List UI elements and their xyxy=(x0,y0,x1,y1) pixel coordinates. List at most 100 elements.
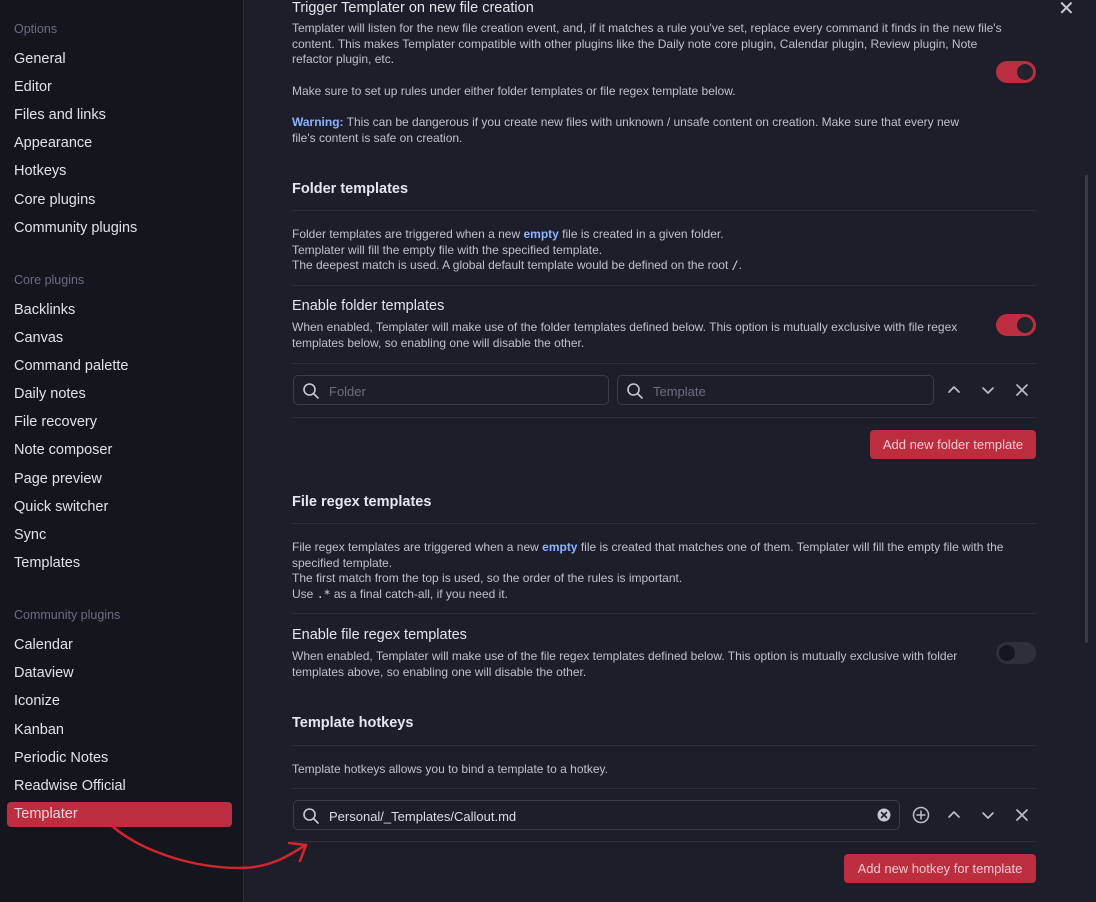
catchall-code: .* xyxy=(316,586,331,601)
scrollbar[interactable] xyxy=(1085,175,1088,643)
sidebar-item-editor[interactable]: Editor xyxy=(7,75,232,100)
sidebar-item-community-plugins[interactable]: Community plugins xyxy=(7,216,232,241)
sidebar-item-periodic-notes[interactable]: Periodic Notes xyxy=(7,746,232,771)
divider xyxy=(292,613,1036,614)
move-down-button[interactable] xyxy=(977,379,999,401)
trigger-setting-name: Trigger Templater on new file creation xyxy=(292,0,534,16)
folder-search-field[interactable] xyxy=(293,375,609,405)
chevron-down-icon xyxy=(982,387,994,394)
community-plugins-heading: Community plugins xyxy=(14,608,121,622)
template-input[interactable] xyxy=(653,381,908,401)
desc-emphasis: empty xyxy=(542,540,578,554)
sidebar-item-kanban[interactable]: Kanban xyxy=(7,718,232,743)
sidebar-item-file-recovery[interactable]: File recovery xyxy=(7,410,232,435)
close-icon[interactable]: ✕ xyxy=(1058,0,1075,19)
enable-regex-templates-description: When enabled, Templater will make use of… xyxy=(292,649,958,679)
settings-sidebar: Options General Editor Files and links A… xyxy=(0,0,244,902)
add-hotkey-button[interactable] xyxy=(910,804,932,826)
trigger-description-rules: Make sure to set up rules under either f… xyxy=(292,84,736,98)
desc-text: file is created in a given folder. xyxy=(558,227,724,241)
folder-input[interactable] xyxy=(329,381,583,401)
chevron-down-icon xyxy=(982,812,994,819)
settings-content: ✕ Trigger Templater on new file creation… xyxy=(245,0,1096,902)
sidebar-item-calendar[interactable]: Calendar xyxy=(7,633,232,658)
divider xyxy=(292,788,1036,789)
divider xyxy=(292,417,1036,418)
clear-input-button[interactable] xyxy=(874,805,894,825)
desc-text: The first match from the top is used, so… xyxy=(292,571,683,585)
divider xyxy=(292,745,1036,746)
folder-templates-toggle[interactable] xyxy=(996,314,1036,336)
sidebar-item-page-preview[interactable]: Page preview xyxy=(7,467,232,492)
sidebar-item-canvas[interactable]: Canvas xyxy=(7,326,232,351)
close-icon xyxy=(1016,384,1028,396)
desc-text: Use xyxy=(292,586,317,601)
hotkey-template-search-field[interactable] xyxy=(293,800,900,830)
add-hotkey-template-button[interactable]: Add new hotkey for template xyxy=(844,854,1036,883)
search-icon xyxy=(303,383,319,399)
close-icon xyxy=(1016,809,1028,821)
plus-circle-icon xyxy=(912,806,930,824)
regex-templates-description: File regex templates are triggered when … xyxy=(292,540,1032,602)
clear-circle-icon xyxy=(877,808,891,822)
template-hotkeys-description: Template hotkeys allows you to bind a te… xyxy=(292,762,608,776)
sidebar-item-core-plugins[interactable]: Core plugins xyxy=(7,188,232,213)
sidebar-item-templates[interactable]: Templates xyxy=(7,551,232,576)
sidebar-item-command-palette[interactable]: Command palette xyxy=(7,354,232,379)
sidebar-item-dataview[interactable]: Dataview xyxy=(7,661,232,686)
search-icon xyxy=(303,808,319,824)
options-heading: Options xyxy=(14,22,58,36)
template-search-field[interactable] xyxy=(617,375,934,405)
sidebar-item-appearance[interactable]: Appearance xyxy=(7,131,232,156)
divider xyxy=(292,523,1036,524)
desc-text: . xyxy=(738,258,742,272)
sidebar-item-note-composer[interactable]: Note composer xyxy=(7,438,232,463)
enable-folder-templates-name: Enable folder templates xyxy=(292,298,445,314)
move-down-button[interactable] xyxy=(977,804,999,826)
sidebar-item-quick-switcher[interactable]: Quick switcher xyxy=(7,495,232,520)
delete-hotkey-template-button[interactable] xyxy=(1011,804,1033,826)
folder-templates-description: Folder templates are triggered when a ne… xyxy=(292,227,1012,274)
enable-regex-templates-name: Enable file regex templates xyxy=(292,627,467,643)
sidebar-item-backlinks[interactable]: Backlinks xyxy=(7,298,232,323)
sidebar-item-sync[interactable]: Sync xyxy=(7,523,232,548)
regex-templates-toggle[interactable] xyxy=(996,642,1036,664)
toggle-knob xyxy=(1017,64,1033,80)
desc-text: The deepest match is used. A global defa… xyxy=(292,258,732,272)
delete-folder-template-button[interactable] xyxy=(1011,379,1033,401)
warning-label: Warning: xyxy=(292,115,344,129)
regex-templates-heading: File regex templates xyxy=(292,494,432,510)
sidebar-item-hotkeys[interactable]: Hotkeys xyxy=(7,159,232,184)
desc-text: as a final catch-all, if you need it. xyxy=(330,586,508,601)
warning-text: This can be dangerous if you create new … xyxy=(292,115,960,145)
toggle-knob xyxy=(999,645,1015,661)
sidebar-item-templater[interactable]: Templater xyxy=(7,802,232,827)
root-code: / xyxy=(731,258,739,272)
trigger-description: Templater will listen for the new file c… xyxy=(292,21,1002,66)
desc-emphasis: empty xyxy=(523,227,559,241)
desc-text: Folder templates are triggered when a ne… xyxy=(292,227,524,241)
add-folder-template-button[interactable]: Add new folder template xyxy=(870,430,1036,459)
sidebar-item-general[interactable]: General xyxy=(7,47,232,72)
sidebar-item-iconize[interactable]: Iconize xyxy=(7,689,232,714)
core-plugins-heading: Core plugins xyxy=(14,273,85,287)
move-up-button[interactable] xyxy=(943,804,965,826)
divider xyxy=(292,210,1036,211)
move-up-button[interactable] xyxy=(943,379,965,401)
search-icon xyxy=(627,383,643,399)
sidebar-item-files-and-links[interactable]: Files and links xyxy=(7,103,232,128)
sidebar-item-daily-notes[interactable]: Daily notes xyxy=(7,382,232,407)
folder-templates-heading: Folder templates xyxy=(292,181,409,197)
enable-folder-templates-description: When enabled, Templater will make use of… xyxy=(292,320,958,350)
trigger-toggle[interactable] xyxy=(996,61,1036,83)
divider xyxy=(292,363,1036,364)
template-hotkeys-heading: Template hotkeys xyxy=(292,715,414,731)
chevron-up-icon xyxy=(948,386,960,393)
sidebar-item-readwise-official[interactable]: Readwise Official xyxy=(7,774,232,799)
hotkey-template-input[interactable] xyxy=(329,806,874,826)
desc-text: Templater will fill the empty file with … xyxy=(292,242,603,257)
chevron-up-icon xyxy=(948,811,960,818)
divider xyxy=(292,841,1036,842)
toggle-knob xyxy=(1017,317,1033,333)
trigger-warning: Warning: This can be dangerous if you cr… xyxy=(292,115,982,146)
